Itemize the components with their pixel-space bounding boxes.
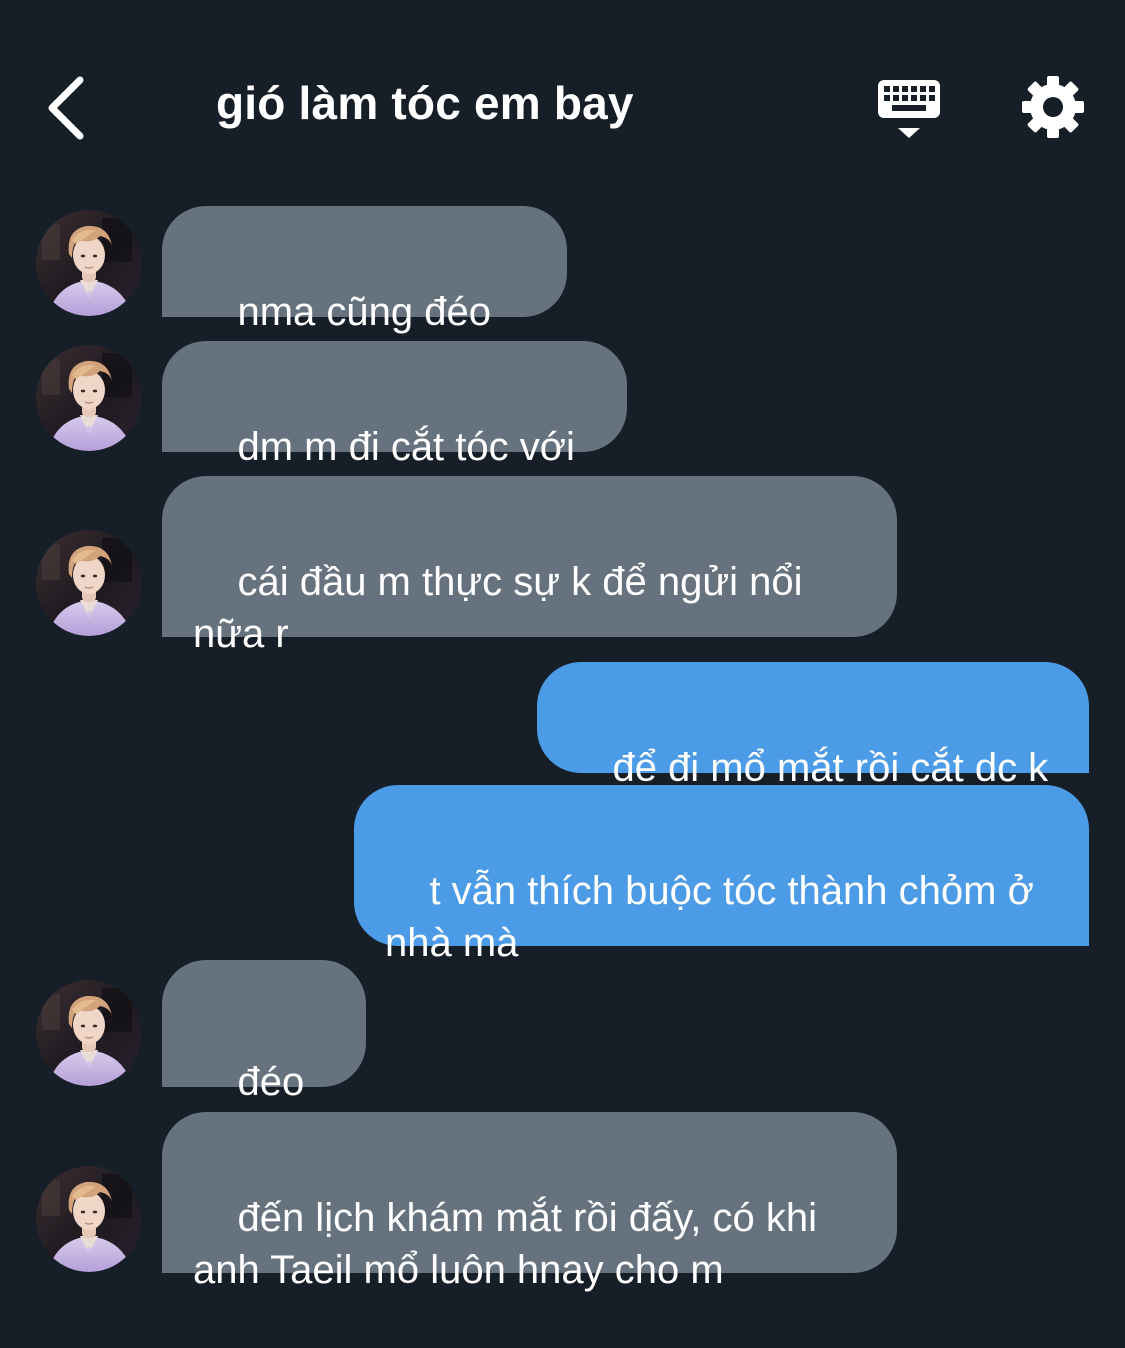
message-incoming: nma cũng đéo ổn (0, 206, 1125, 386)
message-incoming: đéo (0, 960, 1125, 1152)
gear-icon (1022, 76, 1084, 138)
message-text: cái đầu m thực sự k để ngửi nổi nữa r (193, 560, 803, 656)
keyboard-hide-icon (878, 80, 940, 138)
settings-button[interactable] (1018, 72, 1088, 142)
message-bubble[interactable]: để đi mổ mắt rồi cắt dc k (537, 662, 1089, 790)
message-text: đến lịch khám mắt rồi đấy, có khi anh Ta… (193, 1196, 817, 1292)
avatar[interactable] (36, 1166, 142, 1272)
message-incoming: dm m đi cắt tóc với t (0, 341, 1125, 521)
message-incoming: cái đầu m thực sự k để ngửi nổi nữa r (0, 476, 1125, 656)
chevron-left-icon (48, 76, 84, 140)
message-bubble[interactable]: đéo (162, 960, 366, 1152)
message-text: t vẫn thích buộc tóc thành chỏm ở nhà mà (385, 869, 1034, 965)
message-bubble[interactable]: nma cũng đéo ổn (162, 206, 567, 386)
avatar[interactable] (36, 980, 142, 1086)
message-bubble[interactable]: đến lịch khám mắt rồi đấy, có khi anh Ta… (162, 1112, 897, 1292)
message-incoming: đến lịch khám mắt rồi đấy, có khi anh Ta… (0, 1112, 1125, 1292)
chat-header: gió làm tóc em bay (0, 0, 1125, 190)
avatar[interactable] (36, 530, 142, 636)
message-outgoing: t vẫn thích buộc tóc thành chỏm ở nhà mà (0, 785, 1125, 965)
chat-title: gió làm tóc em bay (216, 77, 634, 129)
message-bubble[interactable]: cái đầu m thực sự k để ngửi nổi nữa r (162, 476, 897, 656)
message-outgoing: để đi mổ mắt rồi cắt dc k (0, 662, 1125, 790)
message-bubble[interactable]: dm m đi cắt tóc với t (162, 341, 627, 521)
message-text: đéo (237, 1060, 305, 1104)
message-bubble[interactable]: t vẫn thích buộc tóc thành chỏm ở nhà mà (354, 785, 1089, 965)
avatar[interactable] (36, 345, 142, 451)
message-text: để đi mổ mắt rồi cắt dc k (612, 746, 1049, 790)
keyboard-toggle-button[interactable] (874, 76, 946, 142)
back-button[interactable] (36, 68, 106, 148)
avatar[interactable] (36, 210, 142, 316)
